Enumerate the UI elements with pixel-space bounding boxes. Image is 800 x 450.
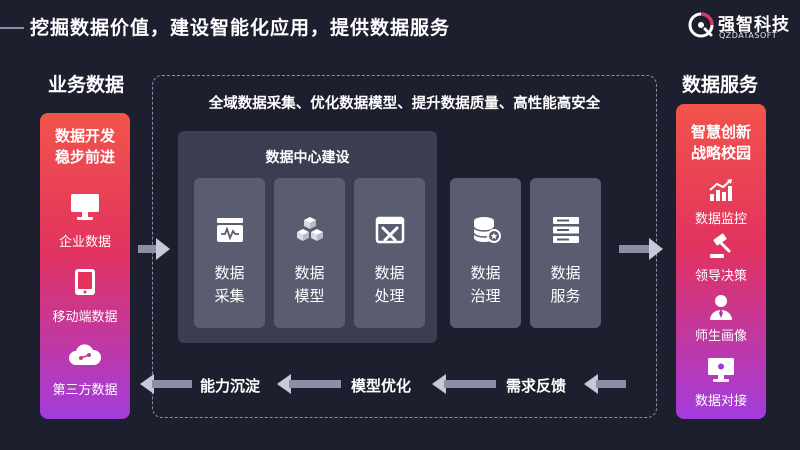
arrow-left-icon	[584, 374, 626, 394]
collect-icon	[216, 218, 243, 242]
right-column: 智慧创新 战略校园 数据监控 领导决策 师生画像 数据对接	[676, 104, 766, 419]
right-card-title-line2: 战略校园	[690, 144, 751, 162]
chart-up-icon	[709, 179, 732, 201]
left-item-mobile: 移动端数据	[40, 268, 130, 328]
brand-mark-icon	[688, 12, 714, 38]
right-item-label: 数据对接	[694, 394, 747, 409]
right-heading: 数据服务	[681, 74, 758, 96]
cubes-icon	[296, 217, 323, 241]
page-title: 挖掘数据价值，建设智能化应用，提供数据服务	[30, 17, 451, 39]
card-label: 数据 处理	[374, 264, 405, 305]
card-label: 数据 治理	[470, 264, 501, 305]
right-item-decision: 领导决策	[676, 233, 766, 284]
right-item-label: 数据监控	[694, 212, 747, 227]
tools-icon	[375, 216, 404, 244]
arrow-right-icon	[619, 238, 663, 260]
right-item-profile: 师生画像	[676, 294, 766, 344]
flow-model-optimize: 模型优化	[351, 377, 412, 395]
gavel-icon	[710, 233, 731, 258]
arrow-left-icon	[277, 374, 341, 394]
brand-subtitle: QZDATASOFT	[719, 31, 778, 40]
tablet-icon	[75, 269, 95, 295]
right-item-label: 领导决策	[694, 269, 747, 284]
card-label: 数据 服务	[550, 264, 581, 305]
right-item-label: 师生画像	[694, 329, 747, 344]
title-accent-line	[0, 27, 24, 29]
left-item-label: 第三方数据	[52, 383, 118, 398]
left-item-label: 企业数据	[58, 235, 111, 250]
arrow-left-icon	[140, 374, 192, 394]
right-card-title-line1: 智慧创新	[690, 123, 751, 141]
cloud-icon	[69, 344, 102, 365]
card-data-model: 数据 模型	[274, 178, 345, 328]
card-data-service: 数据 服务	[530, 178, 601, 328]
left-item-third-party: 第三方数据	[40, 341, 130, 401]
card-data-process: 数据 处理	[354, 178, 425, 328]
database-icon	[472, 217, 501, 243]
left-card-title: 数据开发 稳步前进	[40, 126, 130, 168]
left-card-title-line1: 数据开发	[54, 127, 115, 145]
left-card-title-line2: 稳步前进	[54, 148, 115, 166]
server-icon	[552, 217, 579, 243]
person-icon	[710, 295, 732, 320]
left-column: 数据开发 稳步前进 企业数据 移动端数据 第三方数据	[40, 113, 130, 419]
brand-logo: 强智科技 QZDATASOFT	[688, 10, 789, 44]
left-item-enterprise: 企业数据	[40, 193, 130, 253]
monitor-icon	[71, 194, 99, 220]
card-label: 数据 采集	[214, 264, 245, 305]
right-card-title: 智慧创新 战略校园	[676, 122, 766, 164]
data-center-label: 数据中心建设	[265, 150, 350, 166]
right-item-monitor: 数据监控	[676, 178, 766, 228]
left-item-label: 移动端数据	[52, 310, 118, 325]
arrow-left-icon	[432, 374, 496, 394]
flow-capability: 能力沉淀	[200, 377, 261, 395]
right-item-integration: 数据对接	[676, 357, 766, 409]
left-heading: 业务数据	[47, 74, 124, 96]
center-title: 全域数据采集、优化数据模型、提升数据质量、高性能高安全	[208, 96, 601, 112]
card-data-collect: 数据 采集	[194, 178, 265, 328]
screen-icon	[708, 358, 734, 382]
card-label: 数据 模型	[294, 264, 325, 305]
card-data-governance: 数据 治理	[450, 178, 521, 328]
flow-feedback: 需求反馈	[506, 377, 567, 395]
